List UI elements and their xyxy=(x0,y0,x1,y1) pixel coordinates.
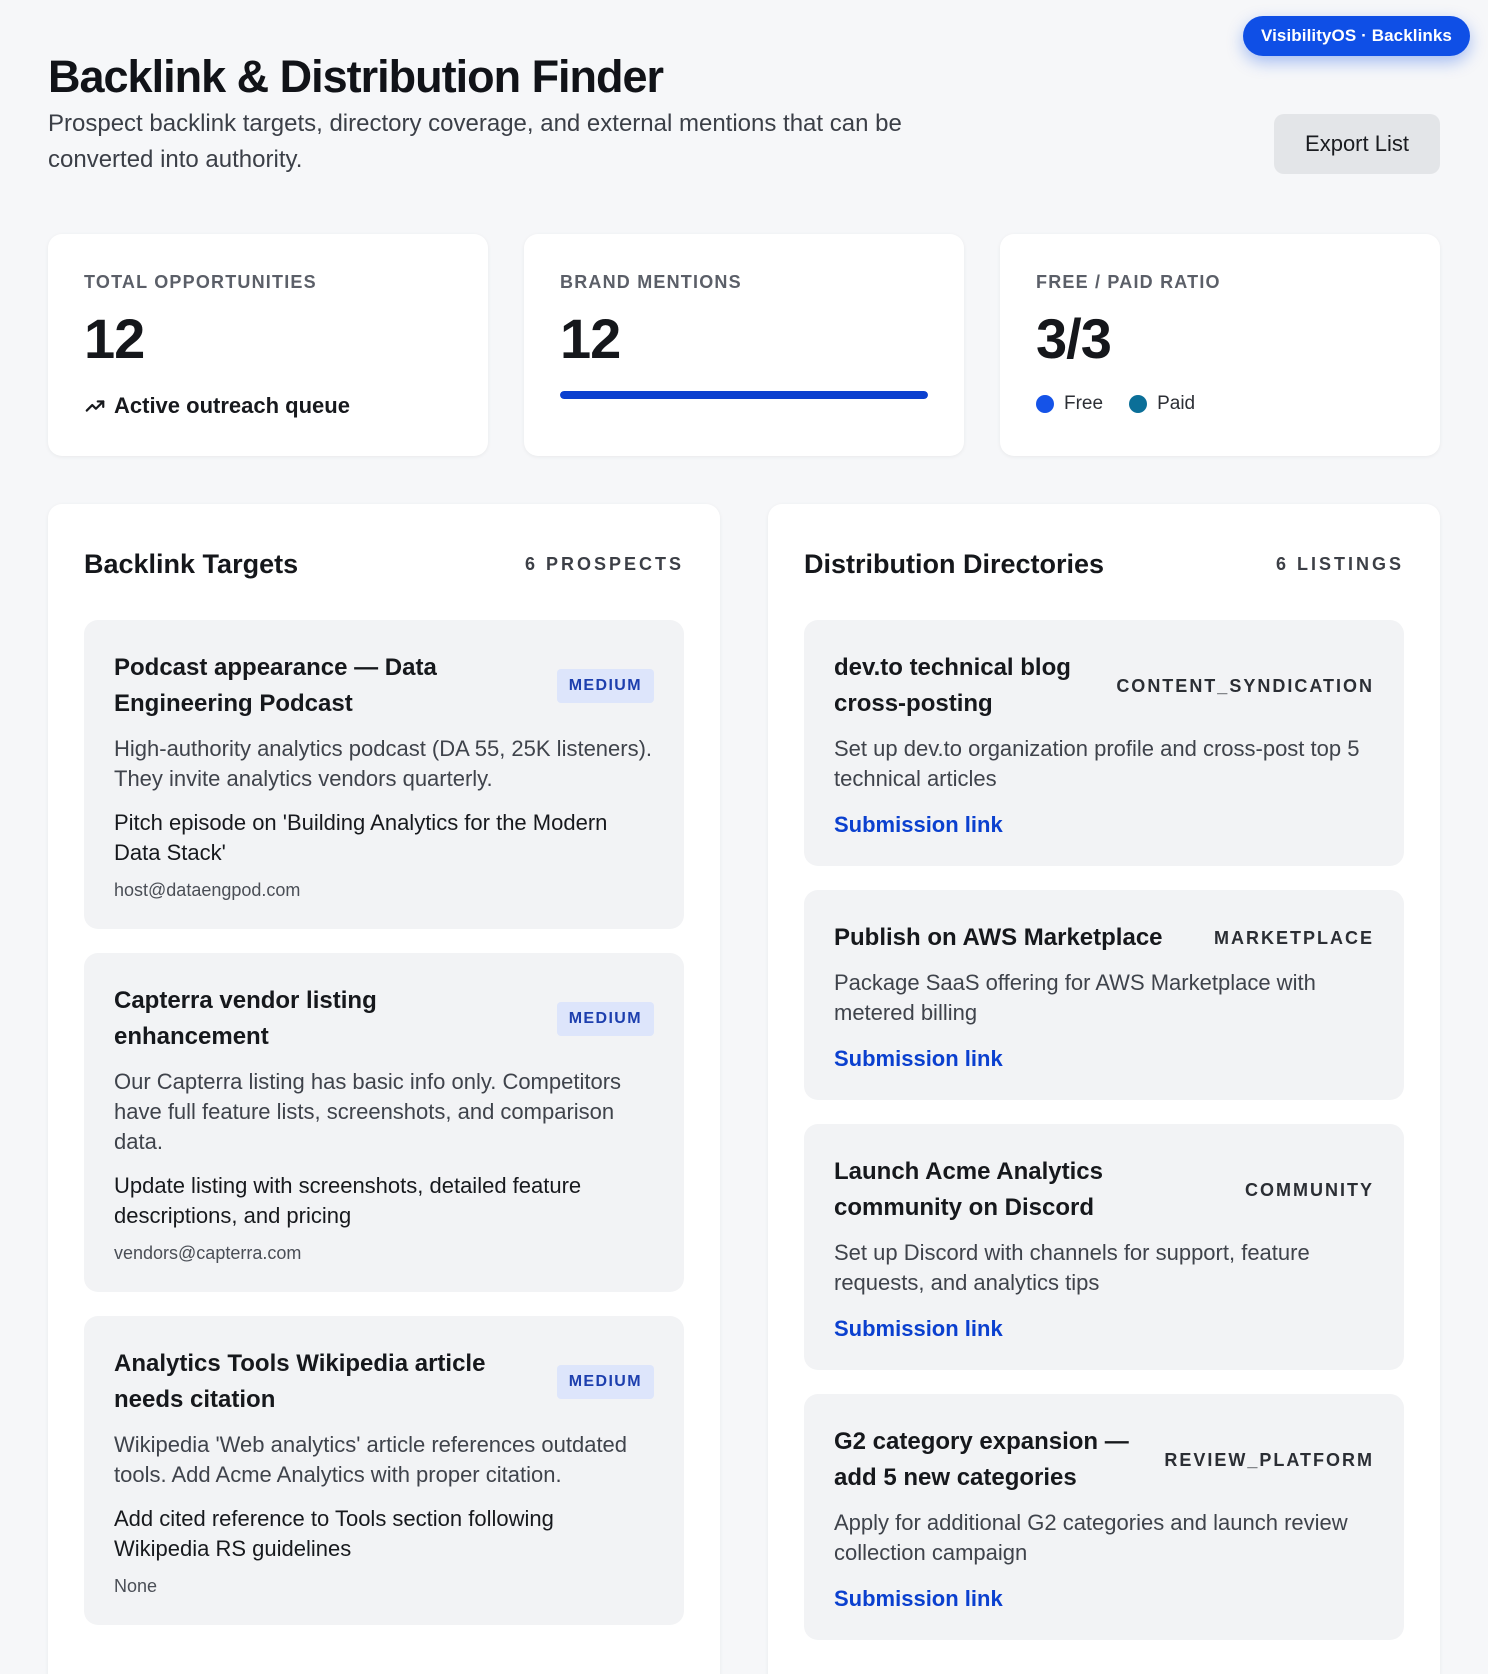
card-contact: vendors@capterra.com xyxy=(114,1243,302,1263)
export-list-button[interactable]: Export List xyxy=(1274,114,1440,174)
category-tag: MARKETPLACE xyxy=(1214,927,1374,948)
mentions-progress-bar xyxy=(560,391,928,399)
page: VisibilityOS · Backlinks Backlink & Dist… xyxy=(0,0,1488,1674)
card-title: Podcast appearance — Data Engineering Po… xyxy=(114,654,437,717)
card-description: Set up dev.to organization profile and c… xyxy=(834,736,1360,791)
directory-card: Publish on AWS Marketplace MARKETPLACE P… xyxy=(804,890,1404,1100)
card-header: Capterra vendor listing enhancement MEDI… xyxy=(114,983,654,1055)
category-tag: CONTENT_SYNDICATION xyxy=(1116,675,1374,696)
directory-card: dev.to technical blog cross-posting CONT… xyxy=(804,620,1404,866)
card-title: Publish on AWS Marketplace xyxy=(834,924,1163,951)
directory-card: Launch Acme Analytics community on Disco… xyxy=(804,1124,1404,1370)
card-header: Publish on AWS Marketplace MARKETPLACE xyxy=(834,920,1374,956)
panel-title: Distribution Directories xyxy=(804,548,1105,579)
mentions-progress-fill xyxy=(560,391,928,399)
card-description: Apply for additional G2 categories and l… xyxy=(834,1510,1348,1565)
panel-header: Distribution Directories 6 LISTINGS xyxy=(804,504,1404,620)
stat-value: 12 xyxy=(560,307,621,370)
backlink-card[interactable]: Analytics Tools Wikipedia article needs … xyxy=(84,1316,684,1625)
card-title: G2 category expansion — add 5 new catego… xyxy=(834,1428,1129,1491)
card-action: Pitch episode on 'Building Analytics for… xyxy=(114,810,608,865)
paid-dot-icon xyxy=(1129,395,1148,413)
panel-count: 6 LISTINGS xyxy=(1275,553,1404,574)
card-description: High-authority analytics podcast (DA 55,… xyxy=(114,736,653,791)
stat-note-text: Active outreach queue xyxy=(114,393,350,418)
distribution-directories-panel: Distribution Directories 6 LISTINGS dev.… xyxy=(768,504,1440,1674)
priority-badge: MEDIUM xyxy=(556,669,654,703)
legend-label: Paid xyxy=(1157,393,1196,414)
card-title: Capterra vendor listing enhancement xyxy=(114,987,377,1050)
stat-card-total-opportunities: TOTAL OPPORTUNITIES 12 Active outreach q… xyxy=(48,234,488,456)
card-description: Wikipedia 'Web analytics' article refere… xyxy=(114,1432,628,1487)
trending-up-icon xyxy=(85,400,105,412)
backlink-targets-panel: Backlink Targets 6 PROSPECTS Podcast app… xyxy=(48,504,720,1674)
submission-link[interactable]: Submission link xyxy=(834,1586,1003,1612)
stat-value: 3/3 xyxy=(1036,307,1112,370)
legend-item-paid: Paid xyxy=(1129,393,1195,415)
card-header: Launch Acme Analytics community on Disco… xyxy=(834,1154,1374,1226)
page-header: Backlink & Distribution Finder Prospect … xyxy=(48,50,1048,178)
stat-note: Active outreach queue xyxy=(84,393,452,419)
stat-card-free-paid-ratio: FREE / PAID RATIO 3/3 Free Paid xyxy=(1000,234,1440,456)
submission-link[interactable]: Submission link xyxy=(834,1046,1003,1072)
page-subtitle: Prospect backlink targets, directory cov… xyxy=(48,110,902,173)
panel-count: 6 PROSPECTS xyxy=(524,553,684,574)
panel-title: Backlink Targets xyxy=(84,548,299,579)
category-tag: REVIEW_PLATFORM xyxy=(1164,1449,1374,1470)
stat-label: FREE / PAID RATIO xyxy=(1036,272,1221,292)
free-dot-icon xyxy=(1036,395,1054,413)
card-contact: host@dataengpod.com xyxy=(114,880,301,900)
backlink-card[interactable]: Capterra vendor listing enhancement MEDI… xyxy=(84,953,684,1292)
card-header: Analytics Tools Wikipedia article needs … xyxy=(114,1346,654,1418)
priority-badge: MEDIUM xyxy=(556,1002,654,1036)
card-contact: None xyxy=(114,1576,158,1596)
ratio-legend: Free Paid xyxy=(1036,393,1404,415)
submission-link[interactable]: Submission link xyxy=(834,1316,1003,1342)
stat-label: TOTAL OPPORTUNITIES xyxy=(84,272,317,292)
card-description: Our Capterra listing has basic info only… xyxy=(114,1069,622,1154)
card-header: dev.to technical blog cross-posting CONT… xyxy=(834,650,1374,722)
stat-value: 12 xyxy=(84,307,145,370)
legend-label: Free xyxy=(1064,393,1104,414)
stat-card-brand-mentions: BRAND MENTIONS 12 xyxy=(524,234,964,456)
category-tag: COMMUNITY xyxy=(1245,1179,1374,1200)
page-title: Backlink & Distribution Finder xyxy=(48,51,664,102)
card-header: G2 category expansion — add 5 new catego… xyxy=(834,1424,1374,1496)
card-header: Podcast appearance — Data Engineering Po… xyxy=(114,650,654,722)
card-action: Add cited reference to Tools section fol… xyxy=(114,1506,554,1561)
priority-badge: MEDIUM xyxy=(556,1365,654,1399)
card-description: Package SaaS offering for AWS Marketplac… xyxy=(834,970,1316,1025)
panel-header: Backlink Targets 6 PROSPECTS xyxy=(84,504,684,620)
directory-card: G2 category expansion — add 5 new catego… xyxy=(804,1394,1404,1640)
backlink-card[interactable]: Podcast appearance — Data Engineering Po… xyxy=(84,620,684,929)
stat-label: BRAND MENTIONS xyxy=(560,272,742,292)
card-title: Launch Acme Analytics community on Disco… xyxy=(834,1158,1103,1221)
card-title: dev.to technical blog cross-posting xyxy=(834,654,1071,717)
app-badge: VisibilityOS · Backlinks xyxy=(1242,16,1470,56)
card-description: Set up Discord with channels for support… xyxy=(834,1240,1310,1295)
submission-link[interactable]: Submission link xyxy=(834,812,1003,838)
card-action: Update listing with screenshots, detaile… xyxy=(114,1173,582,1228)
stats-row: TOTAL OPPORTUNITIES 12 Active outreach q… xyxy=(48,234,1440,456)
legend-item-free: Free xyxy=(1036,393,1103,415)
card-title: Analytics Tools Wikipedia article needs … xyxy=(114,1350,486,1413)
